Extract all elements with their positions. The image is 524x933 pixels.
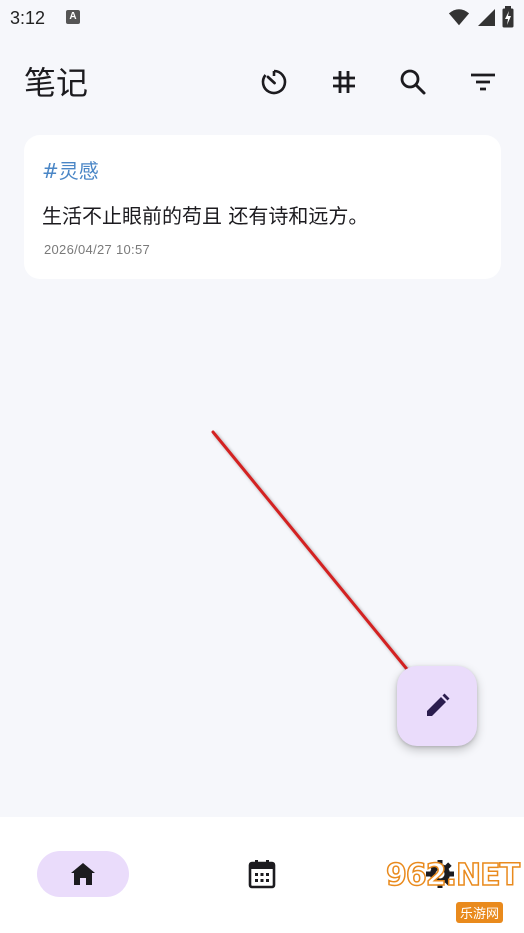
page-title: 笔记 [24, 64, 89, 102]
status-icons [448, 6, 514, 28]
timer-icon [261, 69, 287, 95]
watermark-logo: 962.NET 乐游网 [385, 857, 521, 928]
signal-icon [478, 9, 495, 26]
new-note-fab[interactable] [397, 666, 477, 746]
nav-home[interactable] [37, 851, 129, 897]
watermark-main: 962.NET [385, 857, 521, 894]
note-date: 2026/04/27 10:57 [44, 242, 151, 257]
note-card[interactable]: #灵感 生活不止眼前的苟且 还有诗和远方。 2026/04/27 10:57 [24, 135, 501, 279]
notification-a-icon: A [66, 10, 80, 24]
wifi-icon [448, 9, 470, 26]
watermark-sub: 乐游网 [456, 902, 504, 923]
tags-button[interactable] [320, 58, 368, 106]
nav-calendar[interactable] [216, 851, 308, 897]
note-content: 生活不止眼前的苟且 还有诗和远方。 [42, 204, 369, 228]
filter-icon [471, 73, 495, 91]
status-bar: 3:12 A [0, 0, 524, 36]
pencil-icon [427, 693, 450, 716]
filter-button[interactable] [459, 58, 507, 106]
top-app-bar: 笔记 [0, 52, 524, 112]
status-time: 3:12 [10, 8, 46, 28]
search-icon [400, 69, 426, 95]
timer-button[interactable] [250, 58, 298, 106]
hashtag-icon [333, 71, 355, 93]
calendar-icon [248, 860, 276, 889]
note-tag[interactable]: #灵感 [42, 155, 99, 184]
battery-icon [502, 6, 514, 28]
search-button[interactable] [389, 58, 437, 106]
home-icon [71, 863, 95, 885]
